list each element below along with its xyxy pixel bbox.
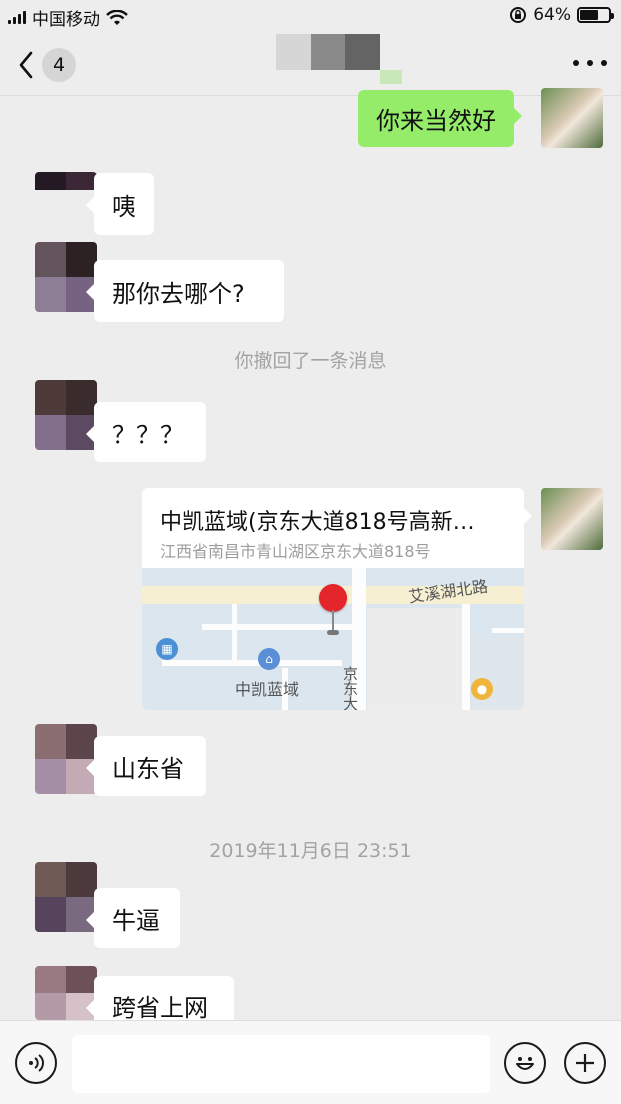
message-bubble-sent[interactable]: 你来当然好 <box>358 90 522 147</box>
bubble-arrow <box>524 508 532 524</box>
location-card[interactable]: 中凯蓝域(京东大道818号高新… 江西省南昌市青山湖区京东大道818号 艾溪湖北… <box>142 488 524 710</box>
message-bubble-received[interactable]: 牛逼 <box>86 888 180 948</box>
unread-count-badge: 4 <box>42 48 76 82</box>
self-avatar[interactable] <box>541 88 603 148</box>
more-button[interactable] <box>573 54 607 72</box>
map-vertical-road-label: 京东大 <box>341 666 359 710</box>
voice-icon <box>29 1054 44 1072</box>
recall-notice: 你撤回了一条消息 <box>234 350 387 372</box>
chat-header: 4 <box>0 32 621 96</box>
contact-avatar[interactable] <box>35 242 97 312</box>
chat-title-obscured-fragment <box>380 70 402 84</box>
location-name: 中凯蓝域(京东大道818号高新… <box>160 510 475 535</box>
message-bubble-received[interactable]: 咦 <box>86 173 154 235</box>
chat-title-obscured <box>276 34 381 70</box>
message-text: 你来当然好 <box>376 107 496 135</box>
message-bubble-received[interactable]: 山东省 <box>86 736 206 796</box>
self-avatar[interactable] <box>541 488 603 550</box>
more-functions-button[interactable] <box>564 1042 606 1084</box>
chat-timestamp: 2019年11月6日 23:51 <box>209 840 412 862</box>
carrier-label: 中国移动 <box>32 10 100 30</box>
map-pin-icon <box>319 584 347 612</box>
contact-avatar[interactable] <box>35 724 97 794</box>
message-bubble-received[interactable]: ？？？ <box>86 402 206 462</box>
message-input[interactable] <box>72 1035 490 1093</box>
message-text: ？？？ <box>112 420 184 449</box>
message-text: 跨省上网 <box>112 993 208 1022</box>
message-bubble-received[interactable]: 那你去哪个? <box>86 260 284 322</box>
signal-icon <box>8 11 26 24</box>
battery-icon <box>577 7 614 23</box>
emoji-icon <box>516 1057 534 1070</box>
wifi-icon <box>106 9 128 25</box>
more-icon <box>573 60 579 66</box>
battery-percent: 64% <box>533 5 571 25</box>
message-text: 那你去哪个? <box>112 279 245 308</box>
chat-input-bar <box>0 1020 621 1104</box>
shop-icon: ● <box>471 678 493 700</box>
emoji-button[interactable] <box>504 1042 546 1084</box>
voice-button[interactable] <box>15 1042 57 1084</box>
building-icon: ▦ <box>156 638 178 660</box>
message-text: 咦 <box>112 192 136 221</box>
home-icon: ⌂ <box>258 648 280 670</box>
message-text: 牛逼 <box>112 906 160 935</box>
status-bar: 中国移动 64% <box>0 0 621 32</box>
back-button[interactable]: 4 <box>18 48 88 82</box>
map-place-label: 中凯蓝域 <box>235 680 300 699</box>
message-text: 山东省 <box>112 754 184 783</box>
location-map-preview[interactable]: 艾溪湖北路 中凯蓝域 京东大 ▦ ⌂ ● <box>142 568 524 710</box>
chevron-left-icon <box>19 51 33 79</box>
orientation-lock-icon <box>510 7 527 23</box>
plus-icon <box>576 1054 594 1072</box>
location-address: 江西省南昌市青山湖区京东大道818号 <box>160 542 431 561</box>
